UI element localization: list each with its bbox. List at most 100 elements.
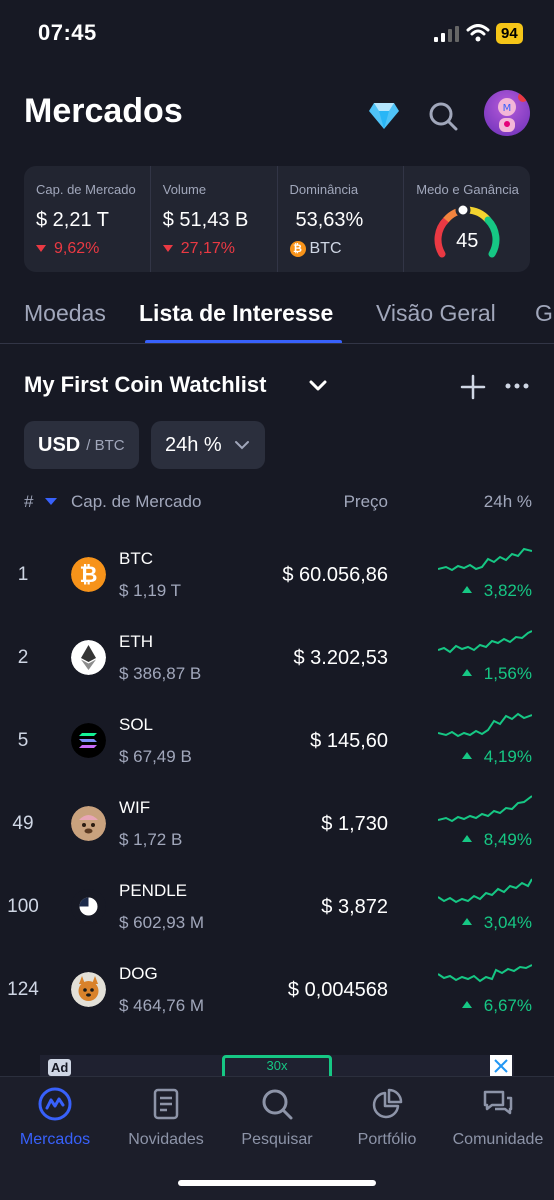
bitcoin-logo-icon: ₿ <box>71 557 106 592</box>
sparkline-chart <box>438 712 532 738</box>
tab-more[interactable]: G <box>535 300 553 327</box>
up-arrow-icon <box>461 669 472 677</box>
period-select[interactable]: 24h % <box>151 421 265 469</box>
close-icon[interactable] <box>490 1055 512 1077</box>
market-stats-card: Cap. de Mercado $ 2,21 T 9,62% Volume $ … <box>24 166 530 272</box>
stat-dominance[interactable]: Dominância 53,63% ₿ BTC <box>278 166 405 272</box>
pendle-logo-icon <box>71 889 106 924</box>
active-tab-indicator <box>145 340 342 343</box>
page-title: Mercados <box>24 92 183 130</box>
table-row[interactable]: 124 DOG $ 464,76 M $ 0,004568 6,67% <box>0 950 554 1033</box>
coin-rank: 5 <box>17 730 29 751</box>
rank-header[interactable]: # <box>24 492 33 512</box>
bitcoin-icon: ₿ <box>289 240 306 257</box>
table-row[interactable]: 5 SOL $ 67,49 B $ 145,60 4,19% <box>0 701 554 784</box>
coin-symbol: WIF <box>119 798 151 817</box>
markets-icon <box>38 1087 72 1121</box>
dogwifhat-logo-icon <box>71 806 106 841</box>
battery-indicator: 94 <box>496 23 523 44</box>
coin-price: $ 3.202,53 <box>293 647 388 669</box>
stat-change: 27,17% <box>162 240 277 258</box>
sparkline-chart <box>438 878 532 904</box>
diamond-icon[interactable] <box>368 100 400 130</box>
stat-change: 9,62% <box>36 240 150 258</box>
chevron-down-icon <box>234 441 249 450</box>
currency-toggle[interactable]: USD / BTC <box>24 421 139 469</box>
coin-rank: 124 <box>7 979 39 1000</box>
dog-logo-icon <box>71 972 106 1007</box>
stat-value: 53,63% <box>295 209 364 231</box>
tab-moedas[interactable]: Moedas <box>24 300 106 327</box>
stat-market-cap[interactable]: Cap. de Mercado $ 2,21 T 9,62% <box>24 166 151 272</box>
status-time: 07:45 <box>38 20 97 45</box>
coin-rank: 49 <box>12 813 34 834</box>
coin-market-cap: $ 1,19 T <box>119 581 182 600</box>
stat-label: Volume <box>162 182 207 197</box>
ad-label: Ad <box>48 1059 72 1076</box>
wifi-icon <box>466 24 490 42</box>
table-row[interactable]: 2 ETH $ 386,87 B $ 3.202,53 1,56% <box>0 618 554 701</box>
search-icon[interactable] <box>428 101 458 131</box>
tab-watchlist[interactable]: Lista de Interesse <box>139 300 333 327</box>
table-header: # Cap. de Mercado Preço 24h % <box>0 492 554 516</box>
nav-portfolio[interactable]: Portfólio <box>332 1087 442 1149</box>
nav-label: Mercados <box>19 1131 91 1148</box>
stat-label: Dominância <box>289 182 359 197</box>
nav-markets[interactable]: Mercados <box>0 1087 110 1149</box>
search-icon <box>262 1089 293 1120</box>
price-header[interactable]: Preço <box>344 492 388 512</box>
portfolio-icon <box>372 1088 403 1119</box>
coin-change: 8,49% <box>461 830 532 850</box>
coin-list: 1 ₿ BTC $ 1,19 T $ 60.056,86 3,82% 2 ETH… <box>0 535 554 1033</box>
coin-price: $ 145,60 <box>310 730 388 752</box>
cellular-signal-icon <box>434 26 459 42</box>
nav-news[interactable]: Novidades <box>111 1087 221 1149</box>
coin-price: $ 0,004568 <box>287 979 388 1001</box>
coin-change: 6,67% <box>461 996 532 1016</box>
coin-symbol: ETH <box>119 632 153 651</box>
table-row[interactable]: 49 WIF $ 1,72 B $ 1,730 8,49% <box>0 784 554 867</box>
coin-change: 4,19% <box>461 747 532 767</box>
coin-price: $ 60.056,86 <box>282 564 388 586</box>
home-indicator <box>178 1180 376 1186</box>
up-arrow-icon <box>461 1001 472 1009</box>
sort-desc-icon[interactable] <box>45 498 57 505</box>
stat-value: $ 2,21 T <box>36 209 110 231</box>
up-arrow-icon <box>461 752 472 760</box>
coin-symbol: PENDLE <box>119 881 188 900</box>
stat-label: Cap. de Mercado <box>36 182 136 197</box>
down-arrow-icon <box>36 245 46 253</box>
table-row[interactable]: 100 PENDLE $ 602,93 M $ 3,872 3,04% <box>0 867 554 950</box>
nav-community[interactable]: Comunidade <box>443 1087 553 1149</box>
table-row[interactable]: 1 ₿ BTC $ 1,19 T $ 60.056,86 3,82% <box>0 535 554 618</box>
coin-change: 1,56% <box>461 664 532 684</box>
more-options-icon[interactable] <box>504 376 530 396</box>
tab-overview[interactable]: Visão Geral <box>376 300 496 327</box>
avatar[interactable]: M <box>484 90 530 136</box>
stat-volume[interactable]: Volume $ 51,43 B 27,17% <box>151 166 278 272</box>
watchlist-title[interactable]: My First Coin Watchlist <box>24 372 266 398</box>
stat-value: $ 51,43 B <box>162 209 249 231</box>
svg-text:M: M <box>503 103 512 114</box>
nav-label: Pesquisar <box>241 1131 313 1148</box>
status-bar: 07:45 94 <box>0 0 554 70</box>
coin-symbol: BTC <box>119 549 153 568</box>
nav-search[interactable]: Pesquisar <box>222 1087 332 1149</box>
coin-market-cap: $ 464,76 M <box>119 996 205 1015</box>
fear-greed-value: 45 <box>456 230 479 252</box>
community-icon <box>483 1090 513 1115</box>
dominance-coin: ₿ BTC <box>289 240 404 258</box>
currency-selected: USD <box>38 433 81 456</box>
news-icon <box>153 1088 179 1120</box>
ethereum-logo-icon <box>71 640 106 675</box>
coin-change: 3,82% <box>461 581 532 601</box>
change-header[interactable]: 24h % <box>484 492 532 512</box>
stat-fear-greed[interactable]: Medo e Ganância 45 <box>404 166 530 272</box>
coin-price: $ 3,872 <box>321 896 388 918</box>
up-arrow-icon <box>461 918 472 926</box>
coin-symbol: DOG <box>119 964 158 983</box>
market-cap-header[interactable]: Cap. de Mercado <box>71 492 201 512</box>
chevron-down-icon[interactable] <box>308 376 328 396</box>
coin-market-cap: $ 1,72 B <box>119 830 183 849</box>
add-icon[interactable] <box>460 374 486 400</box>
